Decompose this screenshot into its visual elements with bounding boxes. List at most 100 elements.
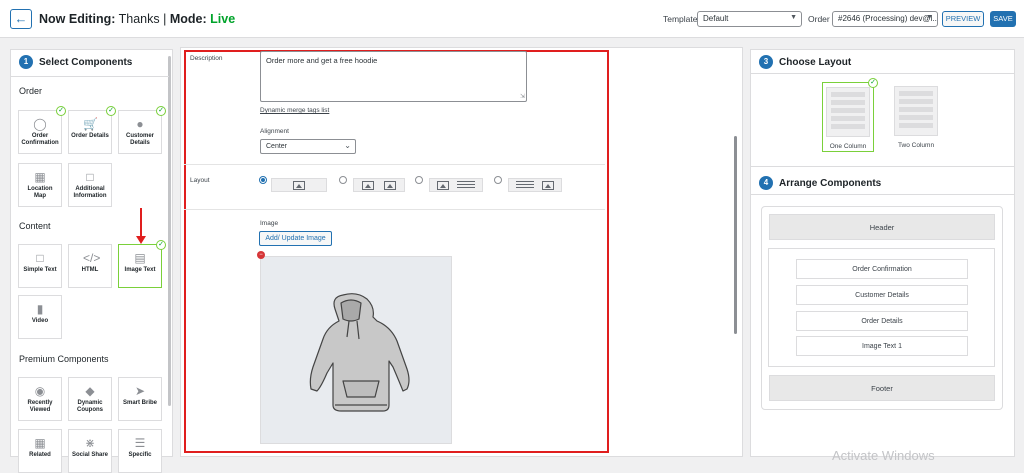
component-customer-details[interactable]: ● Customer Details ✓ (118, 106, 166, 154)
component-label: Social Share (71, 452, 109, 458)
order-select[interactable]: #2646 (Processing) dev@l... ▼ (832, 11, 938, 27)
component-smart-bribe[interactable]: ➤ Smart Bribe (118, 377, 162, 421)
check-icon: ✓ (868, 78, 878, 88)
component-label: Simple Text (23, 267, 57, 273)
check-icon: ✓ (156, 240, 166, 250)
component-related[interactable]: ▦ Related (18, 429, 62, 473)
header-block[interactable]: Header (769, 214, 995, 240)
page-title: Now Editing: Thanks | Mode: Live (39, 12, 235, 26)
title-prefix: Now Editing: (39, 12, 116, 26)
layout-card-two-column[interactable]: Two Column (890, 82, 942, 152)
component-social-share[interactable]: ⋇ Social Share (68, 429, 112, 473)
component-image-text[interactable]: ▤ Image Text ✓ (118, 240, 166, 288)
note-icon: □ (36, 251, 44, 265)
template-select[interactable]: Default ▼ (697, 11, 802, 27)
component-order-confirmation[interactable]: ◯ Order Confirmation ✓ (18, 106, 66, 154)
arrange-item[interactable]: Order Confirmation (796, 259, 968, 279)
component-label: Location Map (27, 186, 53, 199)
image-text-icon: ▤ (134, 251, 146, 265)
component-label: Additional Information (73, 186, 107, 199)
component-label: Related (29, 452, 51, 458)
editor-scrollbar[interactable] (734, 136, 737, 334)
component-video[interactable]: ▮ Video (18, 295, 62, 339)
layout-option-text-image[interactable] (508, 178, 562, 192)
arrange-components-heading: 4 Arrange Components (759, 176, 881, 190)
layout-option-two-images[interactable] (353, 178, 405, 192)
component-label: Image Text (124, 267, 156, 273)
arrange-item[interactable]: Order Details (796, 311, 968, 331)
component-location-map[interactable]: ▦ Location Map (18, 163, 62, 207)
component-label: Smart Bribe (122, 400, 157, 406)
layout-option-image-only[interactable] (271, 178, 327, 192)
footer-block[interactable]: Footer (769, 375, 995, 401)
grid-icon: ▦ (34, 436, 46, 450)
component-order-details[interactable]: 🛒 Order Details ✓ (68, 106, 116, 154)
divider (751, 73, 1014, 74)
check-icon: ✓ (56, 106, 66, 116)
components-scrollbar[interactable] (168, 56, 171, 406)
component-label: Specific (128, 452, 152, 458)
divider (751, 194, 1014, 195)
save-button[interactable]: SAVE (990, 11, 1016, 27)
template-value: Default (703, 14, 729, 23)
choose-layout-heading: 3 Choose Layout (759, 55, 851, 69)
layout-radio-4[interactable] (494, 176, 502, 184)
component-simple-text[interactable]: □ Simple Text (18, 244, 62, 288)
arrange-item[interactable]: Customer Details (796, 285, 968, 305)
description-textarea[interactable]: Order more and get a free hoodie ⇲ (260, 51, 527, 102)
image-icon (437, 180, 449, 190)
check-circle-icon: ◯ (33, 117, 47, 131)
component-recently-viewed[interactable]: ◉ Recently Viewed (18, 377, 62, 421)
preview-button[interactable]: PREVIEW (942, 11, 984, 27)
layout-radio-2[interactable] (339, 176, 347, 184)
one-column-thumbnail (826, 87, 870, 137)
remove-image-icon[interactable]: − (257, 251, 265, 259)
check-icon: ✓ (106, 106, 116, 116)
order-value: #2646 (Processing) dev@l... (838, 14, 938, 23)
alignment-select[interactable]: Center ⌄ (260, 139, 356, 154)
chevron-down-icon: ⌄ (344, 141, 351, 150)
check-icon: ✓ (156, 106, 166, 116)
component-html[interactable]: </> HTML (68, 244, 112, 288)
description-label: Description (190, 55, 223, 62)
alignment-label: Alignment (260, 128, 289, 135)
merge-tags-link[interactable]: Dynamic merge tags list (260, 107, 329, 114)
step-number: 1 (19, 55, 33, 69)
divider (184, 209, 605, 210)
divider (751, 166, 1014, 167)
update-image-button[interactable]: Add/ Update Image (259, 231, 332, 246)
component-label: Video (31, 318, 49, 324)
title-name: Thanks (118, 12, 160, 26)
component-label: Recently Viewed (27, 400, 53, 413)
layout-option-image-text[interactable] (429, 178, 483, 192)
image-label: Image (260, 220, 279, 227)
divider (184, 164, 605, 165)
video-icon: ▮ (36, 302, 44, 316)
image-icon (293, 180, 305, 190)
step-title: Arrange Components (779, 177, 882, 189)
arrange-item[interactable]: Image Text 1 (796, 336, 968, 356)
layout-radio-1[interactable] (259, 176, 267, 184)
code-icon: </> (83, 251, 101, 265)
layout-card-label: Two Column (897, 142, 935, 149)
resize-handle-icon[interactable]: ⇲ (520, 93, 525, 100)
component-dynamic-coupons[interactable]: ◆ Dynamic Coupons (68, 377, 112, 421)
map-icon: ▦ (34, 170, 46, 184)
layout-radio-3[interactable] (415, 176, 423, 184)
component-label: HTML (81, 267, 99, 273)
list-icon: ☰ (134, 436, 146, 450)
component-specific[interactable]: ☰ Specific (118, 429, 162, 473)
component-additional-information[interactable]: □ Additional Information (68, 163, 112, 207)
description-value: Order more and get a free hoodie (266, 56, 378, 65)
annotation-arrow-head (136, 236, 146, 244)
note-icon: □ (86, 170, 94, 184)
template-label: Template (663, 14, 698, 24)
component-label: Customer Details (125, 133, 154, 146)
layout-card-one-column[interactable]: One Column ✓ (822, 78, 878, 152)
content-section-title: Content (19, 221, 51, 231)
back-button[interactable]: ← (10, 9, 32, 29)
text-lines-icon (516, 181, 534, 189)
hoodie-image (309, 293, 410, 412)
component-label: Order Confirmation (21, 133, 59, 146)
top-bar: ← Now Editing: Thanks | Mode: Live Templ… (0, 0, 1024, 38)
